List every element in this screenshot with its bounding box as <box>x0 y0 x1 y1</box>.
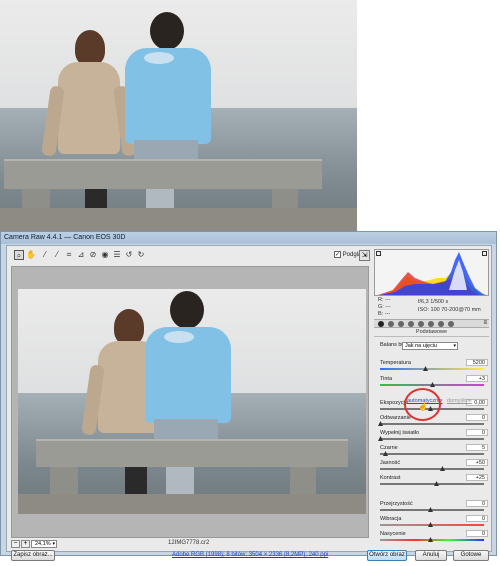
rotate-ccw-icon[interactable]: ↺ <box>124 250 134 260</box>
cursor-hand-icon: ☝ <box>418 402 428 411</box>
preview-photo <box>18 289 366 514</box>
r-label: R: <box>378 297 384 303</box>
camera-calibration-tab-icon[interactable] <box>438 321 444 327</box>
slider-value-field[interactable]: +50 <box>466 459 488 466</box>
slider-label: Nasycenie <box>380 531 406 537</box>
slider-value-field[interactable]: 0 <box>466 414 488 421</box>
man-figure <box>118 12 218 222</box>
camera-raw-dialog: ⌕ ✋ ⁄ ⁄ ⌗ ⊿ ⊘ ◉ ☰ ↺ ↻ ✓ Podgląd ⇲ − + 24… <box>6 245 492 561</box>
white-balance-select[interactable]: Jak na ujęciu ▾ <box>402 342 458 350</box>
checkbox-check-icon[interactable]: ✓ <box>334 251 341 258</box>
slider-label: Jasność <box>380 460 401 466</box>
slider-label: Temperatura <box>380 360 411 366</box>
slider-label: Odtwarzanie <box>380 415 411 421</box>
slider-track[interactable] <box>380 368 484 370</box>
g-value: --- <box>385 304 391 310</box>
b-label: B: <box>378 311 384 317</box>
slider-track[interactable] <box>380 483 484 485</box>
rotate-cw-icon[interactable]: ↻ <box>136 250 146 260</box>
original-photo <box>0 0 357 231</box>
spot-removal-icon[interactable]: ⊘ <box>88 250 98 260</box>
slider-label: Przejrzystość <box>380 501 413 507</box>
image-preview[interactable] <box>11 266 369 538</box>
straighten-icon[interactable]: ⊿ <box>76 250 86 260</box>
zoom-in-button[interactable]: + <box>21 540 30 548</box>
crop-icon[interactable]: ⌗ <box>64 250 74 260</box>
slider-value-field[interactable]: +25 <box>466 474 488 481</box>
histogram-graph <box>378 252 487 295</box>
r-value: --- <box>385 297 391 303</box>
slider-label: Wypełnij światło <box>380 430 420 436</box>
exposure-info: f/6,3 1/500 s <box>418 299 449 305</box>
rgb-readout: R: --- G: --- B: --- f/6,3 1/500 s ISO: … <box>376 297 488 319</box>
detail-tab-icon[interactable] <box>398 321 404 327</box>
highlight-clip-icon[interactable] <box>482 251 487 256</box>
slider-value-field[interactable]: +3 <box>466 375 488 382</box>
slider-track[interactable] <box>380 423 484 425</box>
hand-icon[interactable]: ✋ <box>26 250 36 260</box>
zoom-select[interactable]: 24,1% ▾ <box>31 540 57 548</box>
bench-seat <box>4 159 322 189</box>
slider-label: Tinta <box>380 376 393 382</box>
slider-value-field[interactable]: 0 <box>466 429 488 436</box>
lens-tab-icon[interactable] <box>428 321 434 327</box>
red-eye-icon[interactable]: ◉ <box>100 250 110 260</box>
slider-value-field[interactable]: 0 <box>466 500 488 507</box>
panel-tabs: ≡ <box>374 319 489 328</box>
slider-value-field[interactable]: 0 <box>466 515 488 522</box>
window-title: Camera Raw 4.4.1 — Canon EOS 30D <box>1 232 496 244</box>
chevron-down-icon: ▾ <box>52 541 55 547</box>
default-link[interactable]: domyślnie <box>447 398 472 404</box>
iso-info: ISO: 100 70-200@70 mm <box>418 307 481 313</box>
hsl-tab-icon[interactable] <box>408 321 414 327</box>
panel-title: Podstawowe <box>374 329 489 337</box>
workflow-options-link[interactable]: Adobe RGB (1998); 8 bitów; 3504 × 2336 (… <box>172 552 328 558</box>
zoom-value: 24,1% <box>35 541 51 547</box>
basic-tab-icon[interactable] <box>378 321 384 327</box>
slider-track[interactable] <box>380 468 484 470</box>
presets-tab-icon[interactable] <box>448 321 454 327</box>
chevron-down-icon: ▾ <box>453 343 456 349</box>
slider-track[interactable] <box>380 438 484 440</box>
histogram-blue <box>380 252 487 295</box>
slider-label: Czarne <box>380 445 398 451</box>
zoom-icon[interactable]: ⌕ <box>14 250 24 260</box>
histogram <box>374 249 489 296</box>
panel-menu-icon[interactable]: ≡ <box>483 320 487 326</box>
tool-bar: ⌕ ✋ ⁄ ⁄ ⌗ ⊿ ⊘ ◉ ☰ ↺ ↻ ✓ Podgląd ⇲ <box>10 249 370 265</box>
file-name: 12IMG7778.cr2 <box>168 540 210 546</box>
footer-bar: Zapisz obraz... Adobe RGB (1998); 8 bitó… <box>7 548 493 566</box>
g-label: G: <box>378 304 384 310</box>
fullscreen-button[interactable]: ⇲ <box>359 250 370 261</box>
slider-value-field[interactable]: 5 <box>466 444 488 451</box>
zoom-out-button[interactable]: − <box>11 540 20 548</box>
white-balance-icon[interactable]: ⁄ <box>40 250 50 260</box>
camera-raw-window: Camera Raw 4.4.1 — Canon EOS 30D ⌕ ✋ ⁄ ⁄… <box>0 231 497 561</box>
slider-value-field[interactable]: 5200 <box>466 359 488 366</box>
slider-label: Kontrast <box>380 475 401 481</box>
slider-track[interactable] <box>380 453 484 455</box>
white-balance-value: Jak na ujęciu <box>405 343 438 349</box>
b-value: --- <box>384 311 391 317</box>
tone-curve-tab-icon[interactable] <box>388 321 394 327</box>
split-toning-tab-icon[interactable] <box>418 321 424 327</box>
slider-label: Wibracja <box>380 516 402 522</box>
slider-value-field[interactable]: 0 <box>466 530 488 537</box>
color-sampler-icon[interactable]: ⁄ <box>52 250 62 260</box>
shadow-clip-icon[interactable] <box>376 251 381 256</box>
preferences-icon[interactable]: ☰ <box>112 250 122 260</box>
